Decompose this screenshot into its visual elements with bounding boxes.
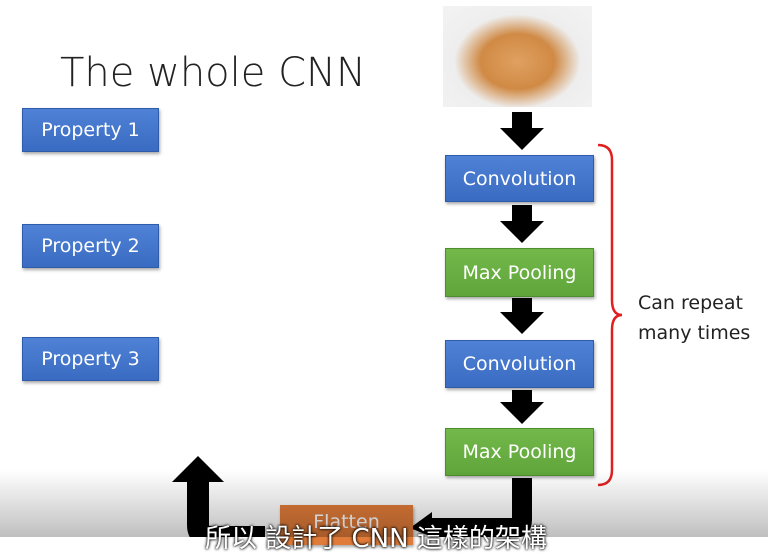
- convolution-box-1: Convolution: [445, 155, 594, 202]
- convolution-box-2: Convolution: [445, 340, 594, 388]
- max-pooling-box-1: Max Pooling: [445, 248, 594, 297]
- repeat-bracket: [597, 143, 623, 487]
- note-line-1: Can repeat: [638, 292, 743, 314]
- flow-arrows: [172, 112, 623, 537]
- repeat-note: Can repeat many times: [638, 288, 750, 348]
- max-pooling-box-2: Max Pooling: [445, 428, 594, 476]
- note-line-2: many times: [638, 322, 751, 344]
